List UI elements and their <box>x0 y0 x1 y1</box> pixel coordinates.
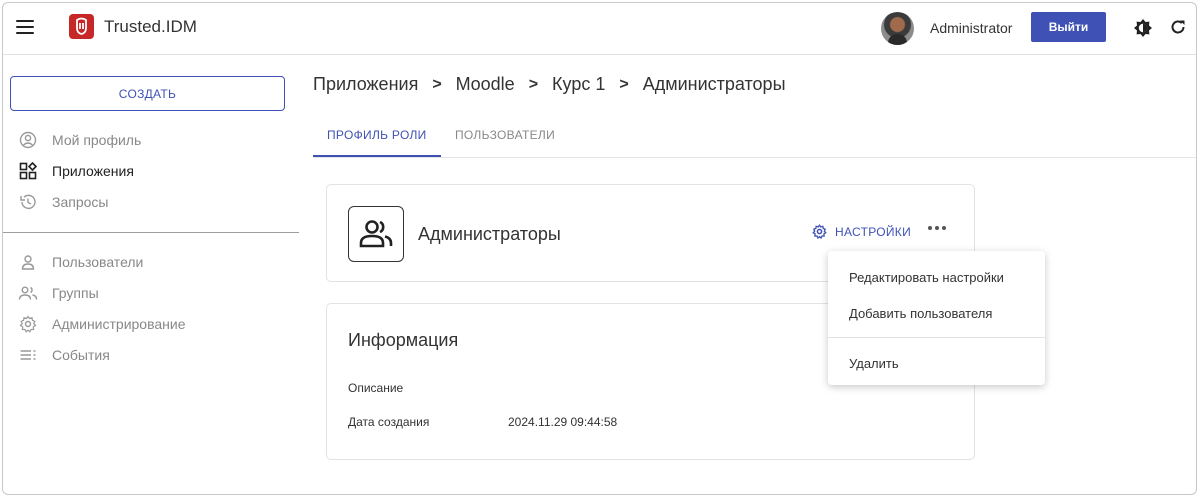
sidebar-item-users[interactable]: Пользователи <box>18 251 143 273</box>
menu-item-add-user[interactable]: Добавить пользователя <box>849 306 992 321</box>
sidebar-item-apps[interactable]: Приложения <box>18 160 134 182</box>
more-options-icon[interactable] <box>928 226 946 230</box>
menu-icon[interactable] <box>16 20 34 36</box>
sidebar-divider <box>3 232 299 233</box>
app-logo <box>69 14 94 39</box>
sidebar-item-label: События <box>52 347 110 363</box>
sidebar-item-label: Мой профиль <box>52 132 142 148</box>
sidebar-item-requests[interactable]: Запросы <box>18 191 108 213</box>
sidebar-item-administration[interactable]: Администрирование <box>18 313 186 335</box>
active-tab-indicator <box>313 155 441 157</box>
sidebar-item-groups[interactable]: Группы <box>18 282 99 304</box>
menu-item-delete[interactable]: Удалить <box>849 356 899 371</box>
chevron-right-icon: > <box>432 75 442 93</box>
avatar[interactable] <box>881 12 914 45</box>
sidebar-item-my-profile[interactable]: Мой профиль <box>18 129 141 151</box>
app-header: Trusted.IDM Administrator Выйти <box>3 3 1196 55</box>
role-title: Администраторы <box>418 224 561 244</box>
apps-icon <box>18 161 38 181</box>
created-label: Дата создания <box>348 415 430 429</box>
app-window: Trusted.IDM Administrator Выйти СОЗДАТЬ … <box>2 2 1197 495</box>
breadcrumb-item[interactable]: Moodle <box>456 74 515 95</box>
chevron-right-icon: > <box>528 75 539 93</box>
user-icon <box>18 252 38 272</box>
tab-role-profile[interactable]: ПРОФИЛЬ РОЛИ <box>327 128 427 142</box>
breadcrumb-current: Администраторы <box>642 74 786 94</box>
tab-users[interactable]: ПОЛЬЗОВАТЕЛИ <box>455 128 555 142</box>
sidebar-item-label: Запросы <box>52 194 109 210</box>
menu-item-edit-settings[interactable]: Редактировать настройки <box>849 270 1004 285</box>
role-avatar <box>348 206 404 262</box>
created-value: 2024.11.29 09:44:58 <box>508 415 618 429</box>
history-icon <box>18 192 38 212</box>
description-label: Описание <box>348 381 404 395</box>
sidebar-item-events[interactable]: События <box>18 344 110 366</box>
profile-icon <box>18 130 38 150</box>
breadcrumb-item[interactable]: Курс 1 <box>552 74 605 95</box>
refresh-icon[interactable] <box>1169 18 1187 36</box>
list-icon <box>18 345 38 365</box>
settings-label: НАСТРОЙКИ <box>835 224 912 239</box>
tabs: ПРОФИЛЬ РОЛИ ПОЛЬЗОВАТЕЛИ <box>313 118 1196 158</box>
user-name: Administrator <box>930 20 1013 36</box>
logout-button[interactable]: Выйти <box>1031 12 1106 42</box>
options-menu: Редактировать настройки Добавить пользов… <box>828 251 1045 385</box>
theme-toggle-icon[interactable] <box>1133 18 1153 38</box>
info-title: Информация <box>348 330 459 350</box>
gear-icon <box>18 314 38 334</box>
menu-divider <box>828 337 1045 338</box>
breadcrumb-item[interactable]: Приложения <box>313 74 418 95</box>
sidebar-item-label: Администрирование <box>52 316 186 332</box>
group-icon <box>18 283 38 303</box>
gear-icon <box>812 224 827 239</box>
sidebar: СОЗДАТЬ Мой профиль Приложения Запросы П… <box>3 56 299 494</box>
chevron-right-icon: > <box>619 75 629 93</box>
create-button[interactable]: СОЗДАТЬ <box>10 76 285 111</box>
group-icon <box>359 220 393 248</box>
breadcrumb: Приложения > Moodle > Курс 1 > Администр… <box>313 74 786 95</box>
sidebar-item-label: Приложения <box>52 163 134 179</box>
logo-icon <box>76 17 87 35</box>
sidebar-item-label: Пользователи <box>52 254 144 270</box>
app-title: Trusted.IDM <box>104 17 197 36</box>
settings-button[interactable]: НАСТРОЙКИ <box>812 224 911 239</box>
sidebar-item-label: Группы <box>52 285 99 301</box>
